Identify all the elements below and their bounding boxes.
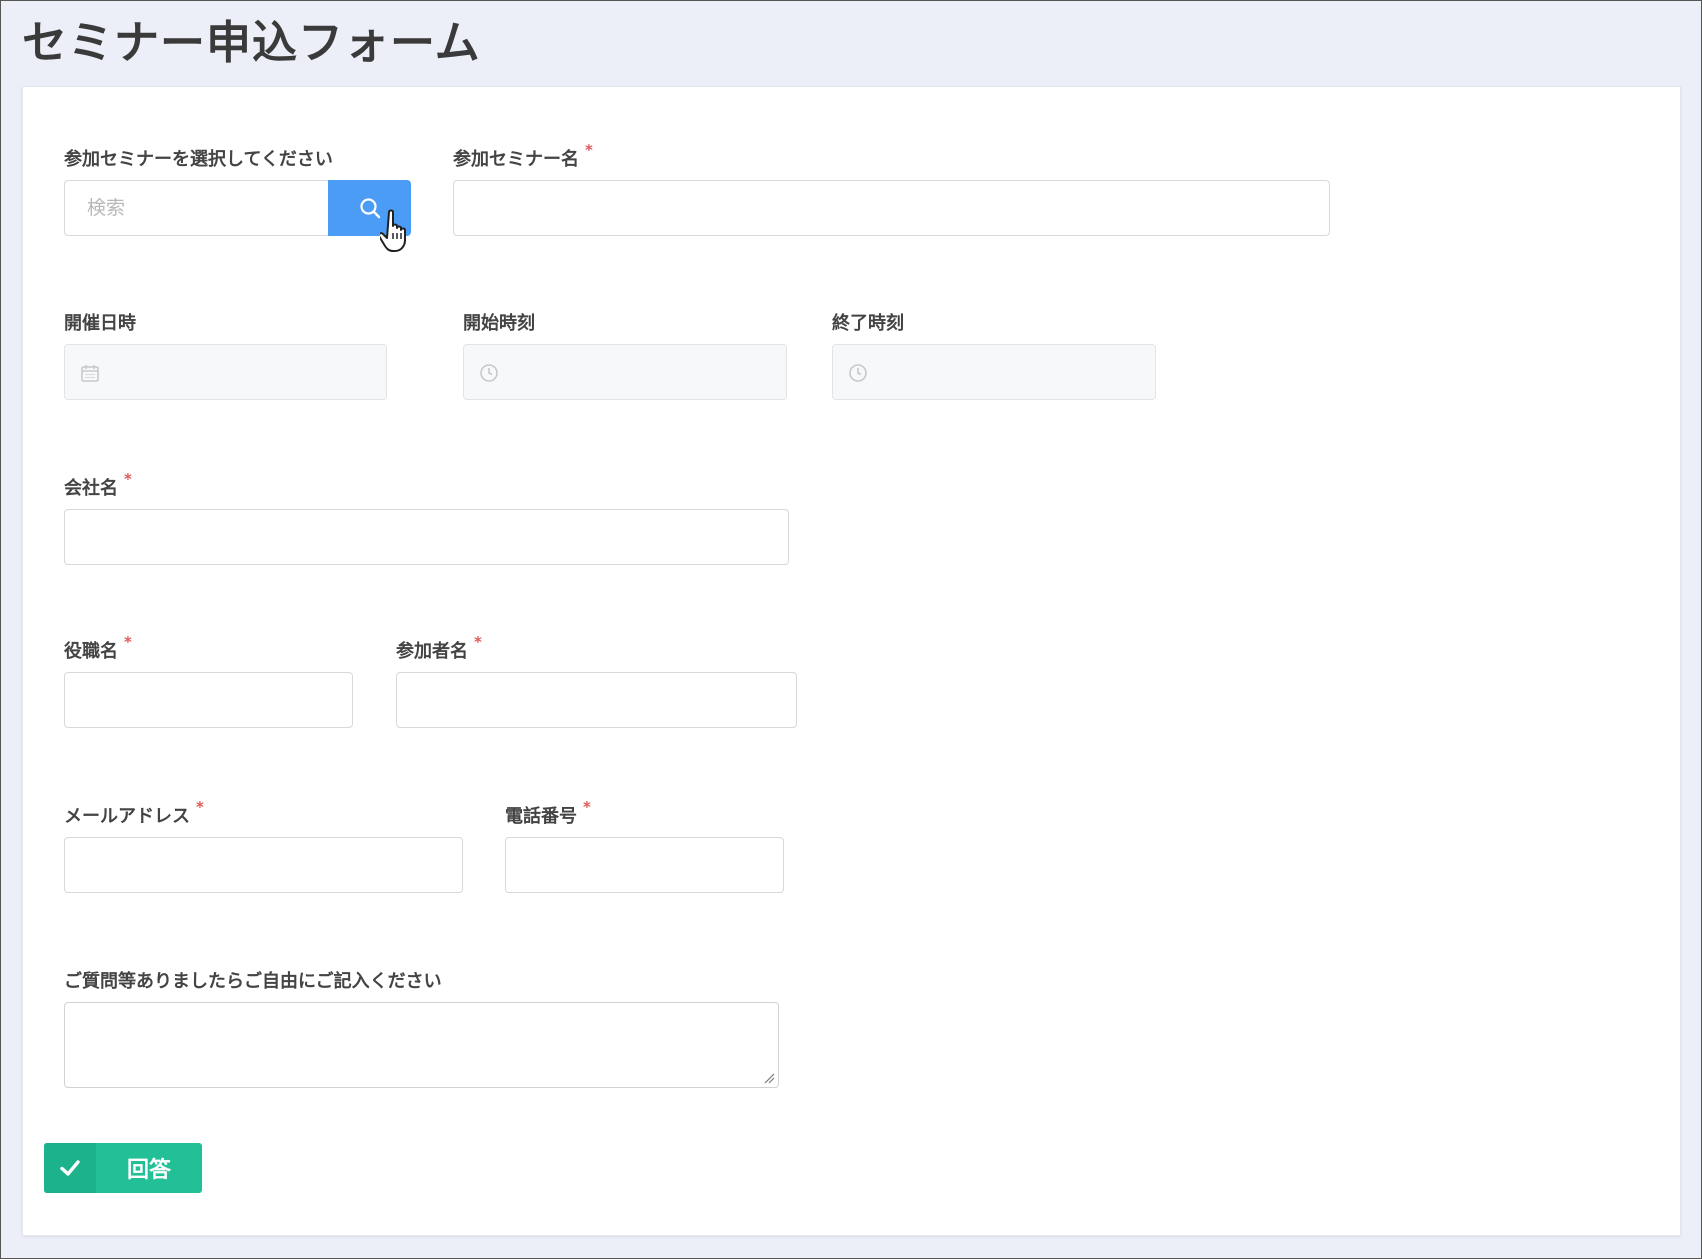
form-card: 参加セミナーを選択してください 検索 参加セミナー名 * 開催日時 開始時刻 終… xyxy=(22,86,1681,1236)
required-mark: * xyxy=(124,470,132,488)
clock-icon xyxy=(480,364,498,382)
seminar-search-input[interactable]: 検索 xyxy=(64,180,329,236)
submit-label: 回答 xyxy=(126,1158,171,1183)
required-mark: * xyxy=(196,798,204,816)
clock-icon xyxy=(849,364,867,382)
seminar-name-field[interactable] xyxy=(453,180,1330,236)
job-title-label: 役職名 * xyxy=(64,633,132,663)
company-label-text: 会社名 xyxy=(64,478,118,499)
submit-button[interactable]: 回答 xyxy=(44,1143,202,1193)
check-icon xyxy=(60,1160,80,1176)
event-date-label-text: 開催日時 xyxy=(64,313,136,334)
page-title: セミナー申込フォーム xyxy=(22,16,481,69)
phone-field[interactable] xyxy=(505,837,784,893)
start-time-field[interactable] xyxy=(463,344,787,400)
end-time-field[interactable] xyxy=(832,344,1156,400)
email-label-text: メールアドレス xyxy=(64,806,190,827)
end-time-label-text: 終了時刻 xyxy=(832,313,904,334)
event-date-field[interactable] xyxy=(64,344,387,400)
calendar-icon xyxy=(81,365,99,382)
phone-label-text: 電話番号 xyxy=(505,806,577,827)
company-field[interactable] xyxy=(64,509,789,565)
resize-handle-icon[interactable] xyxy=(763,1072,775,1084)
check-icon-box xyxy=(44,1143,96,1193)
participant-field[interactable] xyxy=(396,672,797,728)
select-seminar-label-text: 参加セミナーを選択してください xyxy=(64,149,333,170)
end-time-label: 終了時刻 xyxy=(832,309,904,335)
email-label: メールアドレス * xyxy=(64,798,204,828)
email-field[interactable] xyxy=(64,837,463,893)
seminar-name-label: 参加セミナー名 * xyxy=(453,141,593,171)
required-mark: * xyxy=(585,141,593,159)
phone-label: 電話番号 * xyxy=(505,798,591,828)
required-mark: * xyxy=(124,633,132,651)
start-time-label-text: 開始時刻 xyxy=(463,313,535,334)
comments-textarea[interactable] xyxy=(64,1002,779,1088)
required-mark: * xyxy=(474,633,482,651)
seminar-name-label-text: 参加セミナー名 xyxy=(453,149,579,170)
event-date-label: 開催日時 xyxy=(64,309,136,335)
select-seminar-label: 参加セミナーを選択してください xyxy=(64,145,333,171)
required-mark: * xyxy=(583,798,591,816)
search-placeholder: 検索 xyxy=(87,197,126,219)
comments-label-text: ご質問等ありましたらご自由にご記入ください xyxy=(64,971,442,992)
start-time-label: 開始時刻 xyxy=(463,309,535,335)
participant-label: 参加者名 * xyxy=(396,633,482,663)
job-title-label-text: 役職名 xyxy=(64,641,118,662)
search-icon xyxy=(359,198,380,219)
job-title-field[interactable] xyxy=(64,672,353,728)
company-label: 会社名 * xyxy=(64,470,132,500)
comments-label: ご質問等ありましたらご自由にご記入ください xyxy=(64,967,442,993)
participant-label-text: 参加者名 xyxy=(396,641,468,662)
hand-cursor-icon xyxy=(380,209,406,252)
